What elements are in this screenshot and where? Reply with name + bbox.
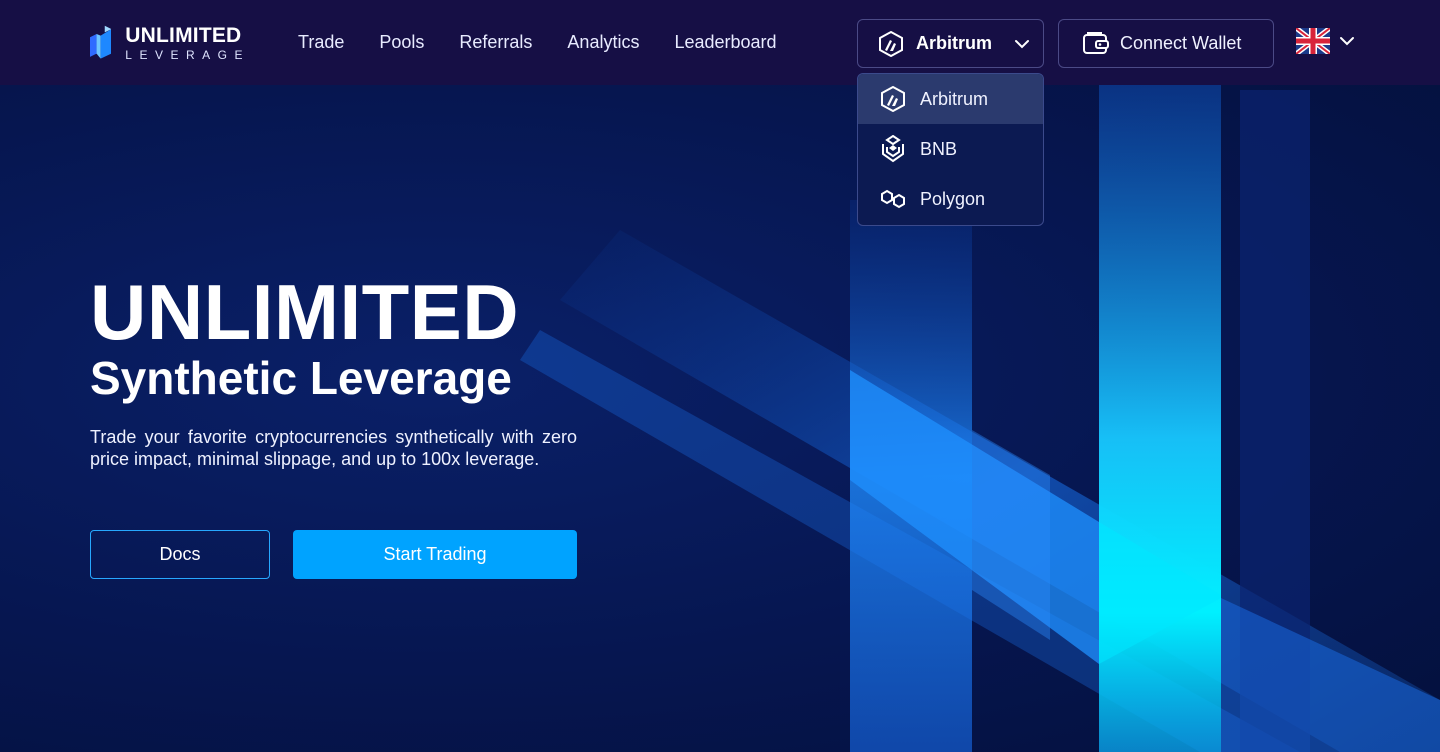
hero-description: Trade your favorite cryptocurrencies syn… — [90, 427, 577, 469]
chevron-down-icon — [1340, 37, 1354, 46]
hero-subtitle: Synthetic Leverage — [90, 352, 512, 404]
nav-pools[interactable]: Pools — [379, 31, 424, 53]
hero-title: UNLIMITED — [90, 268, 520, 356]
language-selector[interactable] — [1296, 28, 1356, 54]
logo-mark-icon — [90, 25, 112, 59]
bnb-icon — [882, 135, 904, 163]
start-trading-button[interactable]: Start Trading — [293, 530, 577, 579]
brand-name-bottom: LEVERAGE — [125, 48, 250, 62]
nav-trade[interactable]: Trade — [298, 31, 344, 53]
connect-wallet-label: Connect Wallet — [1120, 33, 1242, 53]
polygon-icon — [881, 189, 905, 209]
brand-name-top: UNLIMITED — [125, 24, 242, 47]
network-option-bnb[interactable]: BNB — [858, 124, 1043, 174]
top-header: UNLIMITED LEVERAGE Trade Pools Referrals… — [0, 0, 1440, 85]
docs-button[interactable]: Docs — [90, 530, 270, 579]
network-selected-label: Arbitrum — [916, 33, 992, 53]
nav-analytics[interactable]: Analytics — [567, 31, 639, 53]
nav-referrals[interactable]: Referrals — [459, 31, 532, 53]
chevron-down-icon — [1015, 40, 1029, 49]
main-nav: Trade Pools Referrals Analytics Leaderbo… — [298, 31, 812, 53]
network-selector-button[interactable]: Arbitrum — [857, 19, 1044, 68]
network-dropdown: Arbitrum BNB Polygon — [857, 73, 1044, 226]
arbitrum-icon — [879, 30, 903, 57]
connect-wallet-button[interactable]: Connect Wallet — [1058, 19, 1274, 68]
network-option-label: BNB — [920, 138, 958, 159]
uk-flag-icon — [1296, 28, 1330, 54]
network-option-label: Arbitrum — [920, 88, 989, 109]
arbitrum-icon — [881, 86, 905, 112]
brand-logo[interactable]: UNLIMITED LEVERAGE — [90, 22, 250, 64]
network-option-polygon[interactable]: Polygon — [858, 174, 1043, 224]
network-option-arbitrum[interactable]: Arbitrum — [858, 74, 1043, 124]
network-option-label: Polygon — [920, 188, 986, 209]
nav-leaderboard[interactable]: Leaderboard — [674, 31, 776, 53]
wallet-icon — [1083, 31, 1109, 54]
